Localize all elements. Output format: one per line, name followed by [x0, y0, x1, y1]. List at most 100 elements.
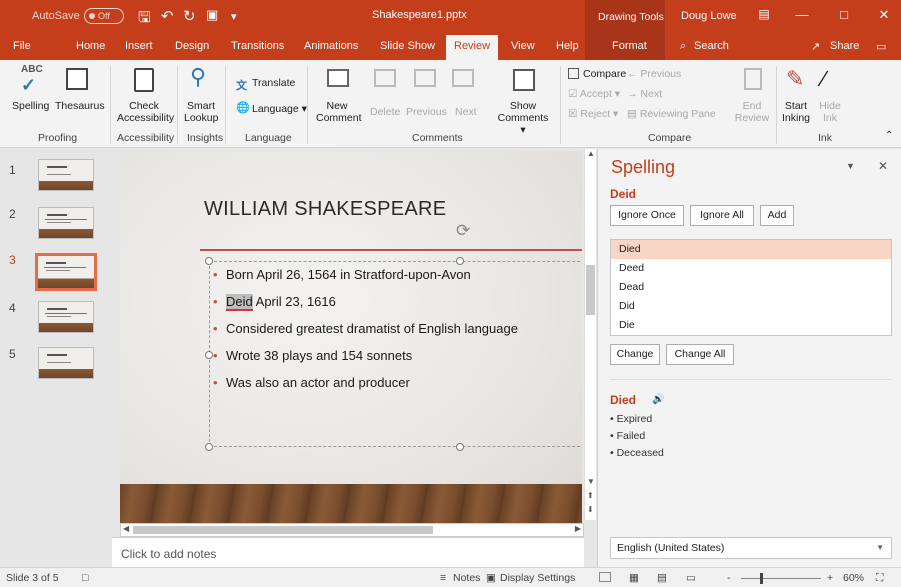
change-all-button[interactable]: Change All [666, 344, 734, 365]
redo-icon[interactable]: ↻ [183, 7, 196, 25]
current-slide[interactable]: WILLIAM SHAKESPEARE ⟳ Born April 26, 156… [120, 151, 582, 524]
fit-to-window-icon[interactable]: ⛶ [876, 572, 883, 585]
tab-format[interactable]: Format [612, 40, 647, 52]
slide-thumbnail-5[interactable] [38, 347, 94, 379]
tab-view[interactable]: View [511, 40, 535, 52]
delete-comment-button[interactable]: Delete [370, 106, 400, 118]
minimize-icon[interactable]: — [792, 7, 812, 22]
notes-placeholder[interactable]: Click to add notes [112, 537, 584, 567]
close-icon[interactable]: ✕ [874, 7, 894, 23]
end-review-button[interactable]: End Review [734, 100, 770, 124]
suggestion-item[interactable]: Dead [611, 278, 891, 297]
next-comment-button[interactable]: Next [455, 106, 477, 118]
next-change-button[interactable]: → Next [627, 88, 662, 100]
ignore-all-button[interactable]: Ignore All [690, 205, 754, 226]
previous-comment-button[interactable]: Previous [406, 106, 447, 118]
share-icon[interactable]: ↗ [811, 40, 820, 53]
tab-design[interactable]: Design [175, 40, 209, 52]
change-button[interactable]: Change [610, 344, 660, 365]
new-comment-button[interactable]: New Comment [316, 100, 362, 124]
tab-insert[interactable]: Insert [125, 40, 153, 52]
zoom-slider[interactable] [741, 578, 821, 579]
tab-home[interactable]: Home [76, 40, 105, 52]
zoom-slider-handle[interactable] [760, 573, 763, 584]
display-settings-button[interactable]: Display Settings [500, 572, 575, 584]
slide-thumbnail-1[interactable] [38, 159, 94, 191]
reject-button[interactable]: ☒ Reject ▾ [568, 108, 618, 120]
scrollbar-thumb[interactable] [133, 526, 433, 534]
close-pane-icon[interactable]: ✕ [878, 159, 888, 173]
speaker-icon[interactable]: 🔊 [652, 394, 664, 405]
customize-qat-icon[interactable]: ▾ [231, 10, 237, 23]
slide-thumbnail-4[interactable] [38, 301, 94, 333]
rotate-handle-icon[interactable]: ⟳ [456, 221, 470, 241]
tell-me-search[interactable]: Search [694, 40, 729, 52]
autosave-toggle[interactable]: Off [84, 8, 124, 24]
slide-count[interactable]: Slide 3 of 5 [6, 572, 59, 584]
thesaurus-button[interactable]: Thesaurus [55, 100, 105, 112]
comments-icon[interactable]: ▭ [876, 40, 886, 53]
vertical-scrollbar[interactable]: ▲ ▼ ⬆ ⬇ [584, 149, 596, 520]
scroll-up-icon[interactable]: ▲ [587, 149, 595, 158]
resize-handle[interactable] [456, 443, 464, 451]
zoom-level[interactable]: 60% [843, 572, 864, 584]
compare-button[interactable]: Compare [583, 68, 626, 80]
tab-file[interactable]: File [13, 40, 31, 52]
scroll-down-icon[interactable]: ▼ [587, 477, 595, 486]
translate-button[interactable]: Translate [252, 77, 295, 89]
tab-slideshow[interactable]: Slide Show [380, 40, 435, 52]
tab-review[interactable]: Review [446, 35, 499, 60]
undo-icon[interactable]: ↶ [161, 7, 174, 25]
show-comments-button[interactable]: Show Comments ▾ [495, 100, 551, 136]
scroll-right-icon[interactable]: ▶ [575, 524, 581, 533]
search-icon[interactable]: ⌕ [680, 40, 686, 53]
slide-sorter-icon[interactable]: ▦ [629, 572, 639, 584]
resize-handle[interactable] [205, 257, 213, 265]
previous-slide-icon[interactable]: ⬆ [587, 491, 594, 500]
suggestion-item[interactable]: Deed [611, 259, 891, 278]
slide-thumbnail-2[interactable] [38, 207, 94, 239]
scrollbar-thumb[interactable] [586, 265, 595, 315]
previous-change-button[interactable]: ← Previous [627, 68, 681, 80]
spelling-button[interactable]: Spelling [12, 100, 49, 112]
resize-handle[interactable] [205, 443, 213, 451]
check-accessibility-button[interactable]: Check Accessibility [117, 100, 174, 124]
resize-handle[interactable] [456, 257, 464, 265]
notes-button[interactable]: Notes [453, 572, 480, 584]
tab-help[interactable]: Help [556, 40, 579, 52]
zoom-out-button[interactable]: - [727, 572, 731, 584]
language-button[interactable]: Language ▾ [252, 103, 307, 115]
reading-view-icon[interactable]: ▤ [657, 572, 667, 584]
share-button[interactable]: Share [830, 40, 859, 52]
suggestion-item[interactable]: Die [611, 316, 891, 335]
hide-ink-button[interactable]: Hide Ink [816, 100, 844, 124]
slide-thumbnail-3[interactable] [35, 253, 97, 291]
ignore-once-button[interactable]: Ignore Once [610, 205, 684, 226]
pane-options-icon[interactable]: ▼ [846, 161, 855, 171]
zoom-in-button[interactable]: + [827, 572, 833, 584]
save-icon[interactable]: 🖫 [138, 7, 151, 32]
normal-view-icon[interactable] [599, 572, 611, 585]
tab-animations[interactable]: Animations [304, 40, 358, 52]
user-name[interactable]: Doug Lowe [681, 10, 737, 22]
scroll-left-icon[interactable]: ◀ [123, 524, 129, 533]
suggestion-item[interactable]: Did [611, 297, 891, 316]
start-inking-button[interactable]: Start Inking [781, 100, 811, 124]
next-slide-icon[interactable]: ⬇ [587, 505, 594, 514]
ribbon-display-icon[interactable]: ▤ [754, 7, 774, 21]
collapse-ribbon-icon[interactable]: ⌃ [885, 130, 893, 142]
slide-show-icon[interactable]: ▭ [686, 572, 696, 584]
start-from-beginning-icon[interactable]: ▣ [206, 7, 218, 23]
suggestion-item[interactable]: Died [611, 240, 891, 259]
add-to-dictionary-button[interactable]: Add [760, 205, 794, 226]
smart-lookup-button[interactable]: Smart Lookup [184, 100, 218, 124]
tab-transitions[interactable]: Transitions [231, 40, 284, 52]
accept-button[interactable]: ☑ Accept ▾ [568, 88, 620, 100]
misspelled-word[interactable]: Deid [226, 294, 253, 311]
horizontal-scrollbar[interactable]: ◀ ▶ [120, 523, 584, 537]
language-dropdown[interactable]: English (United States) ▼ [610, 537, 892, 559]
accessibility-status-icon[interactable]: □ [82, 572, 88, 584]
reviewing-pane-button[interactable]: ▤ Reviewing Pane [627, 108, 716, 120]
maximize-icon[interactable]: □ [834, 7, 854, 22]
slide-title[interactable]: WILLIAM SHAKESPEARE [204, 198, 446, 221]
